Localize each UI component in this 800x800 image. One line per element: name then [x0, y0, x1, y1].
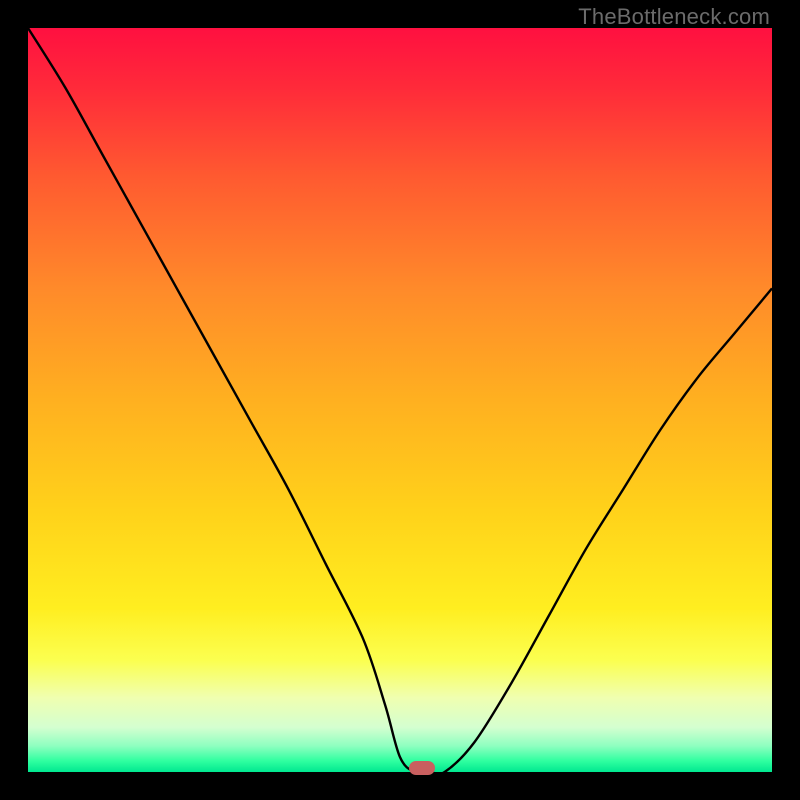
chart-container: TheBottleneck.com [0, 0, 800, 800]
bottleneck-curve [28, 28, 772, 772]
plot-area [28, 28, 772, 772]
watermark-text: TheBottleneck.com [578, 4, 770, 30]
optimal-marker [409, 761, 435, 775]
